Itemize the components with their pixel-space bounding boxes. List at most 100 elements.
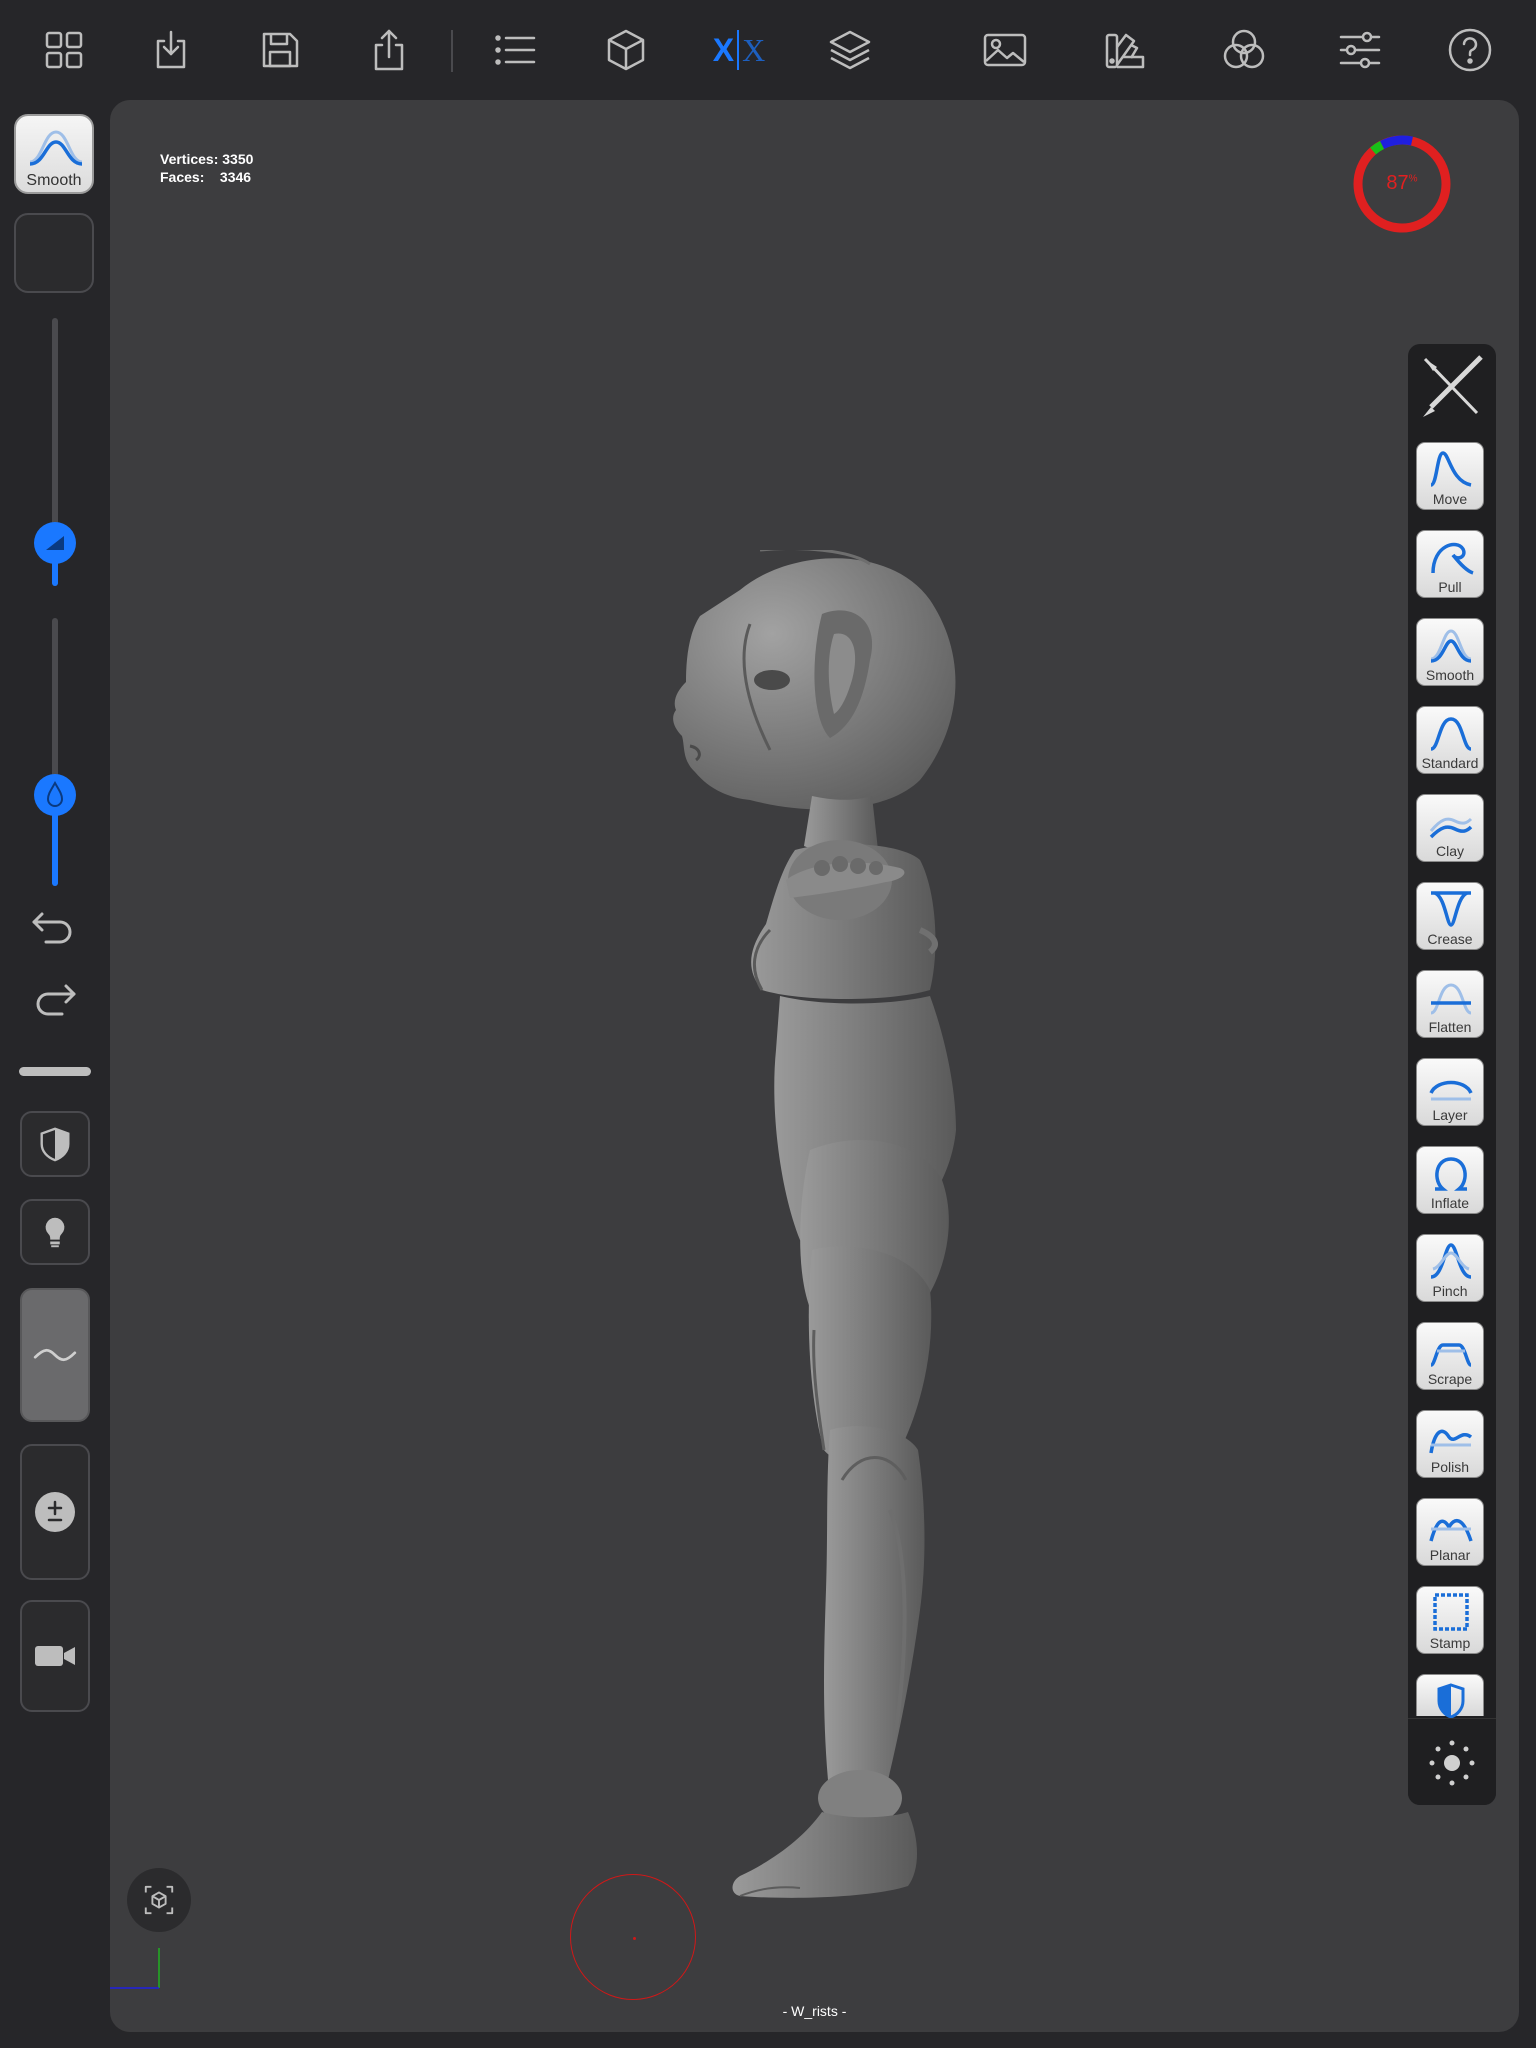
undo-icon bbox=[32, 912, 72, 944]
alpha-slot-button[interactable] bbox=[14, 213, 94, 293]
tool-polish-button[interactable]: Polish bbox=[1416, 1410, 1484, 1478]
panel-divider-handle[interactable] bbox=[19, 1067, 91, 1076]
tool-label: Crease bbox=[1427, 931, 1473, 947]
palette-icon[interactable] bbox=[1098, 24, 1150, 76]
tool-scrape-button[interactable]: Scrape bbox=[1416, 1322, 1484, 1390]
sliders-icon[interactable] bbox=[1334, 24, 1386, 76]
light-button[interactable] bbox=[20, 1199, 90, 1265]
sculpted-figure bbox=[673, 550, 956, 1898]
frame-cube-icon bbox=[144, 1885, 174, 1915]
tool-label: Scrape bbox=[1427, 1371, 1473, 1387]
layers-icon[interactable] bbox=[824, 24, 876, 76]
color-channels-icon[interactable] bbox=[1218, 24, 1270, 76]
tool-label: Planar bbox=[1429, 1547, 1471, 1563]
tool-inflate-button[interactable]: Inflate bbox=[1416, 1146, 1484, 1214]
redo-icon bbox=[36, 984, 76, 1016]
tool-palette: Move Pull Smooth Standard Clay Crease Flatten L… bbox=[1408, 344, 1496, 1805]
tool-clay-button[interactable]: Clay bbox=[1416, 794, 1484, 862]
vertices-value: 3350 bbox=[222, 151, 254, 167]
share-icon[interactable] bbox=[363, 24, 415, 76]
gear-dots-icon bbox=[1429, 1740, 1475, 1785]
tool-crease-button[interactable]: Crease bbox=[1416, 882, 1484, 950]
video-camera-icon bbox=[35, 1646, 75, 1666]
tool-layer-button[interactable]: Layer bbox=[1416, 1058, 1484, 1126]
polish-brush-icon bbox=[1429, 1429, 1473, 1454]
tool-label: Standard bbox=[1421, 755, 1479, 771]
tool-pinch-button[interactable]: Pinch bbox=[1416, 1234, 1484, 1302]
planar-brush-icon bbox=[1429, 1518, 1473, 1542]
tool-label: Clay bbox=[1435, 843, 1464, 859]
shield-icon bbox=[40, 1127, 70, 1162]
active-tool-label: Smooth bbox=[26, 172, 82, 189]
tool-pull-button[interactable]: Pull bbox=[1416, 530, 1484, 598]
tool-settings-button[interactable] bbox=[1408, 1718, 1496, 1805]
active-tool-button[interactable]: Smooth bbox=[14, 114, 94, 194]
scrape-brush-icon bbox=[1430, 1343, 1472, 1367]
standard-brush-icon bbox=[1430, 717, 1472, 751]
save-icon[interactable] bbox=[254, 24, 306, 76]
tool-stamp-button[interactable]: Stamp bbox=[1416, 1586, 1484, 1654]
tool-label: Polish bbox=[1430, 1459, 1470, 1475]
tool-planar-button[interactable]: Planar bbox=[1416, 1498, 1484, 1566]
list-icon[interactable] bbox=[489, 24, 541, 76]
mesh-stats: Vertices: 3350 Faces: 3346 bbox=[160, 150, 253, 186]
faces-value: 3346 bbox=[219, 169, 252, 185]
cube-icon[interactable] bbox=[600, 24, 652, 76]
tool-label: Move bbox=[1432, 491, 1468, 507]
stroke-mode-button[interactable] bbox=[20, 1288, 90, 1422]
tool-label: Smooth bbox=[1425, 667, 1475, 683]
redo-button[interactable] bbox=[28, 978, 80, 1022]
status-text: - W_rists - bbox=[782, 2003, 847, 2019]
frame-view-button[interactable] bbox=[127, 1868, 191, 1932]
help-icon[interactable] bbox=[1444, 24, 1496, 76]
3d-viewport[interactable]: Vertices: 3350 Faces: 3346 87% - W_rists… bbox=[110, 100, 1519, 2032]
tool-label: Flatten bbox=[1428, 1019, 1472, 1035]
grid-icon[interactable] bbox=[38, 24, 90, 76]
camera-button[interactable] bbox=[20, 1600, 90, 1712]
clay-brush-icon bbox=[1429, 817, 1473, 839]
tool-standard-button[interactable]: Standard bbox=[1416, 706, 1484, 774]
add-subtract-button[interactable] bbox=[20, 1444, 90, 1580]
top-toolbar: X X bbox=[0, 0, 1536, 100]
pinch-brush-icon bbox=[1430, 1243, 1472, 1279]
tool-flatten-button[interactable]: Flatten bbox=[1416, 970, 1484, 1038]
image-icon[interactable] bbox=[979, 24, 1031, 76]
vertices-label: Vertices: bbox=[160, 151, 219, 167]
lightbulb-icon bbox=[45, 1217, 65, 1248]
toolbar-separator bbox=[451, 30, 453, 72]
tool-label: Layer bbox=[1432, 1107, 1468, 1123]
tool-label: Stamp bbox=[1429, 1635, 1471, 1651]
axis-gizmo bbox=[110, 1948, 160, 1989]
import-icon[interactable] bbox=[145, 24, 197, 76]
intensity-slider-knob[interactable] bbox=[34, 773, 76, 816]
tools-header-button[interactable] bbox=[1408, 344, 1496, 428]
flatten-brush-icon bbox=[1430, 983, 1472, 1015]
tool-label: Pull bbox=[1438, 579, 1462, 595]
smooth-brush-icon bbox=[1430, 629, 1472, 663]
memory-unit: % bbox=[1408, 173, 1418, 185]
brush-cursor-center bbox=[633, 1937, 636, 1940]
symmetry-divider bbox=[737, 30, 740, 70]
mask-button[interactable] bbox=[20, 1111, 90, 1177]
wave-icon bbox=[33, 1348, 77, 1362]
tool-smooth-button[interactable]: Smooth bbox=[1416, 618, 1484, 686]
tool-label: Inflate bbox=[1430, 1195, 1470, 1211]
sculpt-tools-icon bbox=[1423, 355, 1483, 417]
symmetry-x-left: X bbox=[712, 31, 735, 68]
tool-mask-button[interactable] bbox=[1416, 1674, 1484, 1719]
plus-minus-icon bbox=[35, 1492, 75, 1532]
radius-slider-knob[interactable] bbox=[34, 522, 76, 565]
pull-brush-icon bbox=[1431, 542, 1474, 575]
radius-icon bbox=[46, 536, 64, 551]
tool-move-button[interactable]: Move bbox=[1416, 442, 1484, 510]
smooth-brush-icon bbox=[29, 130, 83, 166]
layer-brush-icon bbox=[1429, 1080, 1473, 1101]
mask-brush-icon bbox=[1437, 1683, 1465, 1719]
undo-button[interactable] bbox=[28, 906, 80, 950]
symmetry-icon[interactable]: X X bbox=[711, 24, 767, 76]
symmetry-x-right: X bbox=[742, 31, 766, 68]
faces-label: Faces: bbox=[160, 169, 205, 185]
inflate-brush-icon bbox=[1435, 1157, 1467, 1191]
move-brush-icon bbox=[1430, 451, 1472, 487]
crease-brush-icon bbox=[1431, 891, 1471, 927]
